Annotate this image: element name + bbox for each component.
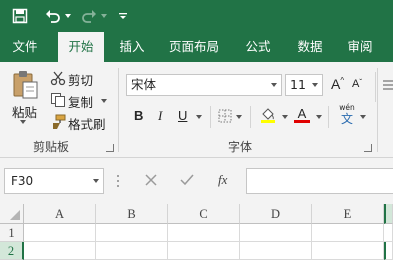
bold-button[interactable]: B xyxy=(134,108,143,123)
cut-button[interactable]: 剪切 xyxy=(68,70,93,89)
copy-icon[interactable] xyxy=(50,92,66,111)
formula-input[interactable] xyxy=(246,168,393,194)
font-name-select[interactable]: 宋体 xyxy=(126,74,282,96)
font-size-select[interactable]: 11 xyxy=(285,74,323,96)
phonetic-pinyin: wén xyxy=(339,103,355,112)
group-divider xyxy=(250,106,251,128)
font-size-value: 11 xyxy=(290,77,306,92)
cell[interactable] xyxy=(24,242,96,260)
font-name-value: 宋体 xyxy=(131,77,157,92)
font-color-button[interactable]: A xyxy=(294,106,310,123)
font-color-dropdown-icon[interactable] xyxy=(316,115,322,119)
fill-color-dropdown-icon[interactable] xyxy=(282,115,288,119)
name-box[interactable]: F30 xyxy=(4,168,104,194)
copy-dropdown-icon[interactable] xyxy=(101,99,107,103)
tab-data[interactable]: 数据 xyxy=(288,32,332,62)
column-header-c[interactable]: C xyxy=(168,204,240,224)
tab-formulas[interactable]: 公式 xyxy=(236,32,280,62)
tab-review[interactable]: 审阅 xyxy=(338,32,382,62)
undo-dropdown-icon[interactable] xyxy=(63,6,73,26)
chevron-down-icon xyxy=(308,75,322,95)
group-divider xyxy=(210,106,211,128)
enter-icon[interactable] xyxy=(180,173,194,190)
shrink-font-button[interactable]: Aˇ xyxy=(352,78,362,90)
undo-icon[interactable] xyxy=(44,6,62,26)
font-launcher-icon[interactable] xyxy=(364,144,372,152)
font-group-label: 字体 xyxy=(227,140,252,154)
cell[interactable] xyxy=(240,242,312,260)
column-header-d[interactable]: D xyxy=(240,204,312,224)
group-divider xyxy=(377,68,378,152)
column-header-e[interactable]: E xyxy=(312,204,384,224)
chevron-down-icon xyxy=(93,179,99,183)
group-divider xyxy=(118,68,119,152)
column-header-f[interactable] xyxy=(384,204,393,224)
cell[interactable] xyxy=(168,224,240,242)
font-color-letter: A xyxy=(297,106,307,121)
select-all-corner[interactable] xyxy=(0,204,24,224)
copy-button[interactable]: 复制 xyxy=(68,92,93,111)
cell[interactable] xyxy=(96,224,168,242)
borders-dropdown-icon[interactable] xyxy=(236,115,242,119)
group-divider xyxy=(328,106,329,128)
ribbon-tabs: 文件 开始 插入 页面布局 公式 数据 审阅 xyxy=(0,32,393,62)
chevron-down-icon xyxy=(267,75,281,95)
cell[interactable] xyxy=(96,242,168,260)
redo-icon[interactable] xyxy=(80,6,98,26)
format-painter-button[interactable]: 格式刷 xyxy=(68,114,106,133)
title-bar xyxy=(0,0,393,32)
redo-dropdown-icon[interactable] xyxy=(99,6,109,26)
grow-font-button[interactable]: A^ xyxy=(331,76,344,92)
underline-button[interactable]: U xyxy=(178,108,187,123)
paste-button[interactable]: 粘贴 xyxy=(12,102,37,121)
row-header-1[interactable]: 1 xyxy=(0,224,24,242)
tab-home[interactable]: 开始 xyxy=(58,32,104,62)
cut-icon[interactable] xyxy=(50,70,66,89)
row-header-2[interactable]: 2 xyxy=(0,242,24,260)
customize-qat-icon[interactable] xyxy=(117,6,129,26)
align-icon[interactable] xyxy=(383,78,393,95)
borders-icon[interactable] xyxy=(218,109,232,126)
grow-font-letter: A xyxy=(331,76,341,92)
clipboard-launcher-icon[interactable] xyxy=(106,144,114,152)
clipboard-group-label: 剪贴板 xyxy=(32,140,69,154)
fill-color-icon[interactable] xyxy=(260,106,276,127)
tab-page-layout[interactable]: 页面布局 xyxy=(164,32,224,62)
paste-dropdown-icon[interactable] xyxy=(20,120,26,124)
italic-button[interactable]: I xyxy=(158,108,162,124)
cell[interactable] xyxy=(168,242,240,260)
group-divider xyxy=(375,72,376,102)
selected-cell[interactable] xyxy=(384,242,393,260)
tab-insert[interactable]: 插入 xyxy=(110,32,154,62)
ribbon: 粘贴 剪切 复制 格式刷 剪贴板 宋体 11 A^ Aˇ B I U A wén… xyxy=(0,62,393,158)
phonetic-guide-button[interactable]: wén 文 xyxy=(336,103,358,127)
cell[interactable] xyxy=(24,224,96,242)
cell[interactable] xyxy=(384,224,393,242)
phonetic-dropdown-icon[interactable] xyxy=(360,115,366,119)
column-header-b[interactable]: B xyxy=(96,204,168,224)
cancel-icon[interactable] xyxy=(144,173,158,190)
phonetic-char: 文 xyxy=(340,112,353,126)
tab-file[interactable]: 文件 xyxy=(0,32,50,62)
column-header-a[interactable]: A xyxy=(24,204,96,224)
cell[interactable] xyxy=(240,224,312,242)
paste-icon[interactable] xyxy=(12,70,40,103)
insert-function-button[interactable]: fx xyxy=(218,172,227,188)
underline-dropdown-icon[interactable] xyxy=(196,115,202,119)
cell[interactable] xyxy=(312,224,384,242)
name-box-value: F30 xyxy=(11,174,34,188)
format-painter-icon[interactable] xyxy=(50,114,66,133)
cell[interactable] xyxy=(312,242,384,260)
formula-bar-grip-icon[interactable] xyxy=(116,173,120,192)
save-icon[interactable] xyxy=(10,6,30,26)
